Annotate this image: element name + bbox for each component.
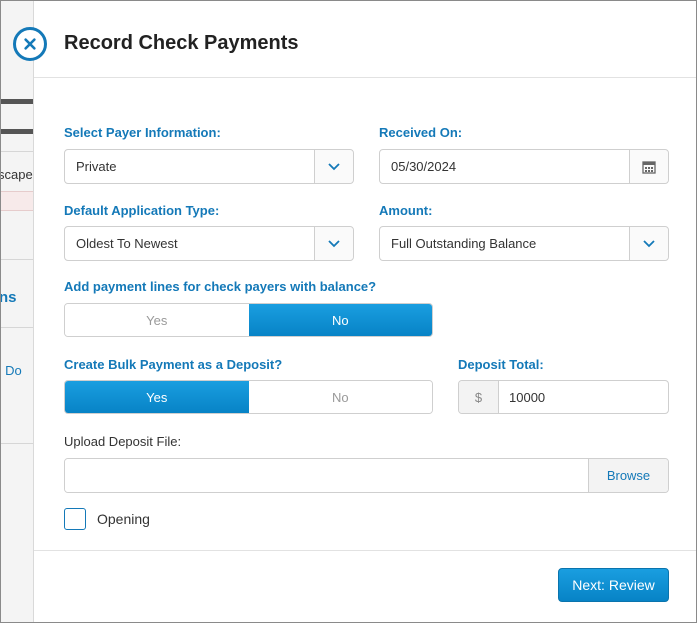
browse-button[interactable]: Browse <box>588 459 668 492</box>
application-type-value: Oldest To Newest <box>76 236 178 251</box>
modal-title: Record Check Payments <box>64 32 299 54</box>
background-band <box>1 191 33 211</box>
received-on-value: 05/30/2024 <box>391 159 457 174</box>
payment-lines-label: Add payment lines for check payers with … <box>64 279 377 294</box>
background-page: scape ns • Do <box>1 1 34 622</box>
upload-deposit-file-field[interactable]: Browse <box>64 458 669 493</box>
background-link[interactable]: • Do <box>1 363 22 378</box>
background-bar <box>1 129 33 134</box>
received-on-date-field[interactable]: 05/30/2024 <box>379 149 669 184</box>
chevron-down-icon[interactable] <box>314 150 353 183</box>
currency-prefix: $ <box>459 381 499 413</box>
deposit-total-label: Deposit Total: <box>458 357 544 372</box>
application-type-select[interactable]: Oldest To Newest <box>64 226 354 261</box>
amount-select[interactable]: Full Outstanding Balance <box>379 226 669 261</box>
deposit-total-field[interactable]: $ 10000 <box>458 380 669 414</box>
payer-label: Select Payer Information: <box>64 125 221 140</box>
bulk-deposit-no-option[interactable]: No <box>248 381 432 413</box>
close-x-glyph <box>24 38 36 50</box>
window-frame: scape ns • Do Record Check Payments Sele… <box>0 0 697 623</box>
background-bar <box>1 99 33 104</box>
bulk-deposit-toggle[interactable]: Yes No <box>64 380 433 414</box>
upload-label: Upload Deposit File: <box>64 434 182 449</box>
payment-lines-no-option[interactable]: No <box>248 304 432 336</box>
payer-select[interactable]: Private <box>64 149 354 184</box>
amount-value: Full Outstanding Balance <box>391 236 537 251</box>
bulk-deposit-yes-option[interactable]: Yes <box>65 381 249 413</box>
header-divider <box>34 77 696 78</box>
background-divider <box>1 443 33 444</box>
received-on-label: Received On: <box>379 125 463 140</box>
upload-file-path[interactable] <box>65 459 588 492</box>
background-divider <box>1 151 33 152</box>
bulk-deposit-label: Create Bulk Payment as a Deposit? <box>64 357 283 372</box>
next-review-button[interactable]: Next: Review <box>558 568 669 602</box>
footer-divider <box>34 550 696 551</box>
payment-lines-yes-option[interactable]: Yes <box>65 304 249 336</box>
background-text: scape <box>1 167 33 182</box>
chevron-down-icon[interactable] <box>314 227 353 260</box>
payer-select-value: Private <box>76 159 117 174</box>
close-icon[interactable] <box>13 27 47 61</box>
opening-label: Opening <box>97 511 150 527</box>
application-type-label: Default Application Type: <box>64 203 220 218</box>
payment-lines-toggle[interactable]: Yes No <box>64 303 433 337</box>
opening-checkbox[interactable] <box>64 508 86 530</box>
chevron-down-icon[interactable] <box>629 227 668 260</box>
background-divider <box>1 259 33 260</box>
amount-label: Amount: <box>379 203 433 218</box>
calendar-icon[interactable] <box>629 150 668 183</box>
background-heading: ns <box>1 289 17 306</box>
deposit-total-value[interactable]: 10000 <box>499 381 668 413</box>
background-divider <box>1 327 33 328</box>
